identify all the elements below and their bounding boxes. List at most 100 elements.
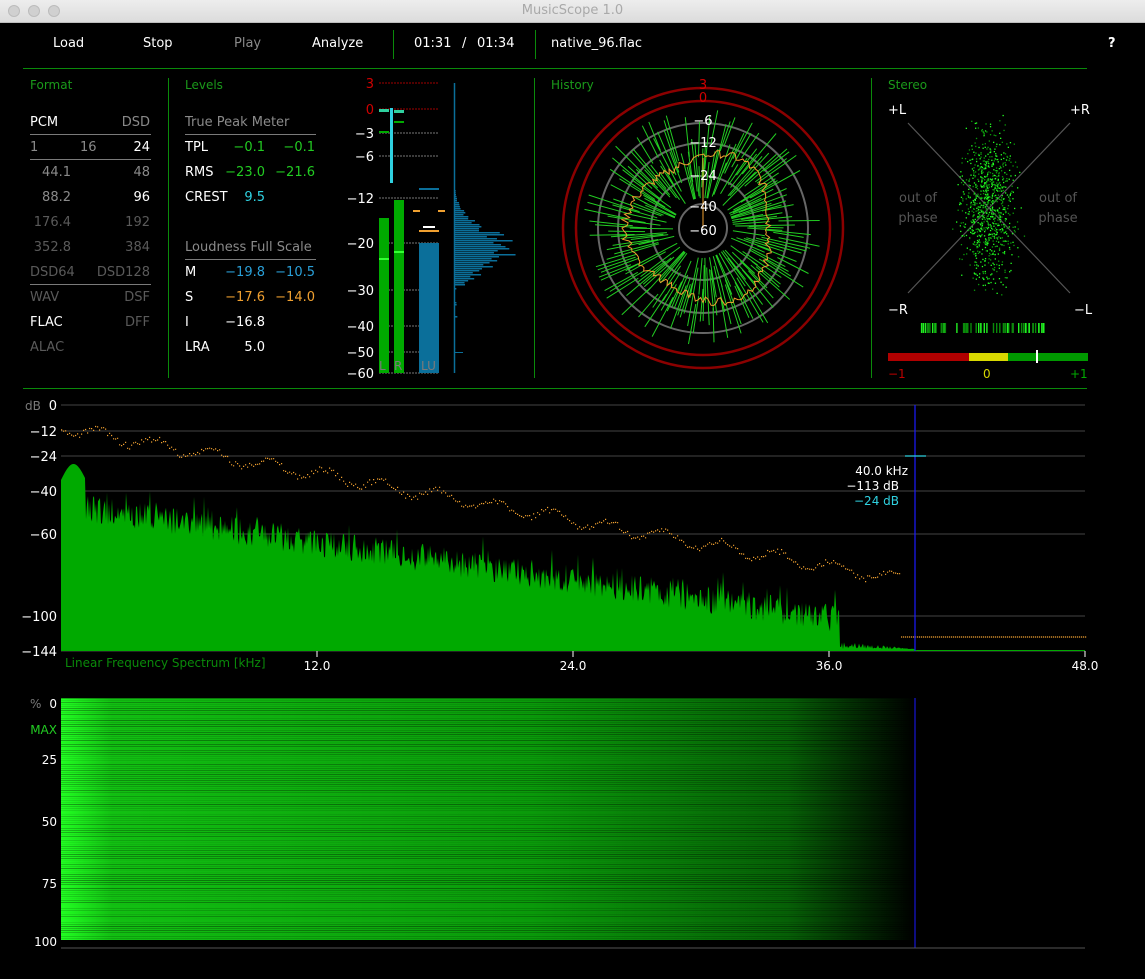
- gonio-sample: [982, 177, 984, 180]
- gonio-sample: [986, 276, 988, 278]
- gonio-sample: [1005, 211, 1007, 213]
- time-separator: /: [462, 36, 467, 51]
- gonio-sample: [969, 237, 971, 240]
- spectrogram-row: [61, 812, 915, 813]
- spectrogram-row: [61, 762, 915, 763]
- gonio-sample: [988, 218, 990, 220]
- frequency-spectrum[interactable]: 0 −12 −24 −40 −60 −100 −144 12.0 24.0 36.0 48.0 40…: [0, 390, 1145, 680]
- spectrogram-row: [61, 758, 915, 759]
- correlation-history-tick: [965, 323, 967, 333]
- gonio-sample: [982, 147, 984, 149]
- gonio-sample: [971, 221, 973, 224]
- gonio-sample: [998, 264, 1000, 267]
- spectrogram-row: [61, 850, 915, 851]
- meter-scale-tick: −3: [355, 127, 374, 142]
- spectrum-y-tick: −24: [30, 450, 57, 465]
- gonio-sample: [964, 181, 966, 184]
- spectrogram-row: [61, 898, 915, 899]
- gonio-sample: [962, 191, 965, 193]
- correlation-history-tick: [927, 323, 930, 333]
- rms-right: −21.6: [275, 165, 315, 180]
- histogram-bar: [455, 214, 464, 216]
- spectrogram-row: [61, 890, 915, 891]
- gonio-sample: [993, 151, 995, 153]
- histogram-bar: [455, 282, 465, 284]
- gonio-sample: [989, 148, 991, 150]
- gonio-sample: [988, 277, 990, 280]
- gonio-sample: [995, 215, 997, 217]
- gonio-sample: [989, 180, 991, 183]
- gonio-sample: [1011, 233, 1014, 235]
- gonio-sample: [1001, 264, 1003, 266]
- spectrogram-row: [61, 830, 915, 831]
- gonio-sample: [976, 185, 978, 187]
- spectrogram-row: [61, 926, 915, 927]
- gonio-sample: [979, 241, 981, 244]
- gonio-sample: [961, 210, 964, 212]
- format-rule: [30, 134, 151, 135]
- gonio-sample: [994, 170, 997, 172]
- correlation-history-tick: [1042, 323, 1045, 333]
- correlation-history-tick: [1038, 323, 1040, 333]
- gonio-sample: [982, 284, 984, 287]
- gonio-sample: [984, 143, 986, 145]
- load-button[interactable]: Load: [53, 36, 84, 51]
- gonio-sample: [1017, 247, 1019, 249]
- format-title: Format: [30, 78, 73, 92]
- spectrogram-row: [61, 786, 915, 787]
- correlation-history-tick: [1024, 323, 1027, 333]
- gonio-sample: [976, 228, 979, 230]
- gonio-sample: [965, 212, 967, 214]
- histogram-bar: [455, 234, 505, 236]
- gonio-sample: [982, 204, 984, 207]
- stop-button[interactable]: Stop: [143, 36, 173, 51]
- spectrogram-row: [61, 744, 915, 745]
- spectrum-y-tick: 0: [49, 399, 57, 414]
- gonio-sample: [992, 175, 994, 177]
- gonio-sample: [991, 197, 993, 199]
- gonio-sample: [987, 223, 989, 225]
- gonio-sample: [976, 247, 978, 249]
- gonio-sample: [982, 132, 984, 134]
- gonio-sample: [967, 153, 969, 155]
- gonio-sample: [1012, 226, 1014, 228]
- gonio-sample: [965, 217, 967, 219]
- play-button[interactable]: Play: [234, 36, 261, 51]
- gonio-sample: [985, 191, 988, 193]
- gonio-sample: [993, 189, 995, 191]
- gonio-sample: [1001, 176, 1004, 178]
- gonio-sample: [991, 235, 994, 237]
- gonio-sample: [1003, 152, 1005, 154]
- spectrogram-row: [61, 842, 915, 843]
- gonio-sample: [980, 156, 982, 158]
- panel-divider: [534, 78, 535, 378]
- gonio-sample: [993, 263, 995, 266]
- gonio-sample: [973, 222, 975, 224]
- gonio-sample: [987, 153, 989, 155]
- gonio-sample: [1001, 190, 1003, 192]
- help-button[interactable]: ?: [1108, 36, 1116, 51]
- gonio-sample: [975, 152, 977, 154]
- histogram-bar: [455, 258, 492, 260]
- gonio-sample: [995, 167, 998, 169]
- gonio-sample: [981, 222, 983, 224]
- meter-rms-right-marker: [394, 251, 404, 253]
- gonio-sample: [985, 155, 987, 157]
- peak-hold-right: [394, 121, 404, 123]
- gonio-sample: [982, 197, 984, 199]
- histogram-bar: [455, 204, 460, 206]
- gonio-sample: [993, 233, 995, 235]
- gonio-sample: [971, 120, 973, 122]
- gonio-sample: [998, 229, 1000, 231]
- gonio-sample: [999, 229, 1002, 231]
- gonio-sample: [994, 245, 996, 248]
- spectrum-x-tick: 24.0: [560, 659, 587, 673]
- gonio-sample: [999, 144, 1001, 146]
- analyze-button[interactable]: Analyze: [312, 36, 363, 51]
- spectrogram-y-tick: 100: [34, 935, 57, 949]
- histogram-bar: [455, 232, 500, 234]
- gonio-sample: [1007, 243, 1009, 245]
- histogram-bar: [455, 316, 458, 318]
- spectrogram[interactable]: % MAX 0 25 50 75 100: [0, 690, 1145, 979]
- cursor-peak: −24 dB: [854, 494, 899, 508]
